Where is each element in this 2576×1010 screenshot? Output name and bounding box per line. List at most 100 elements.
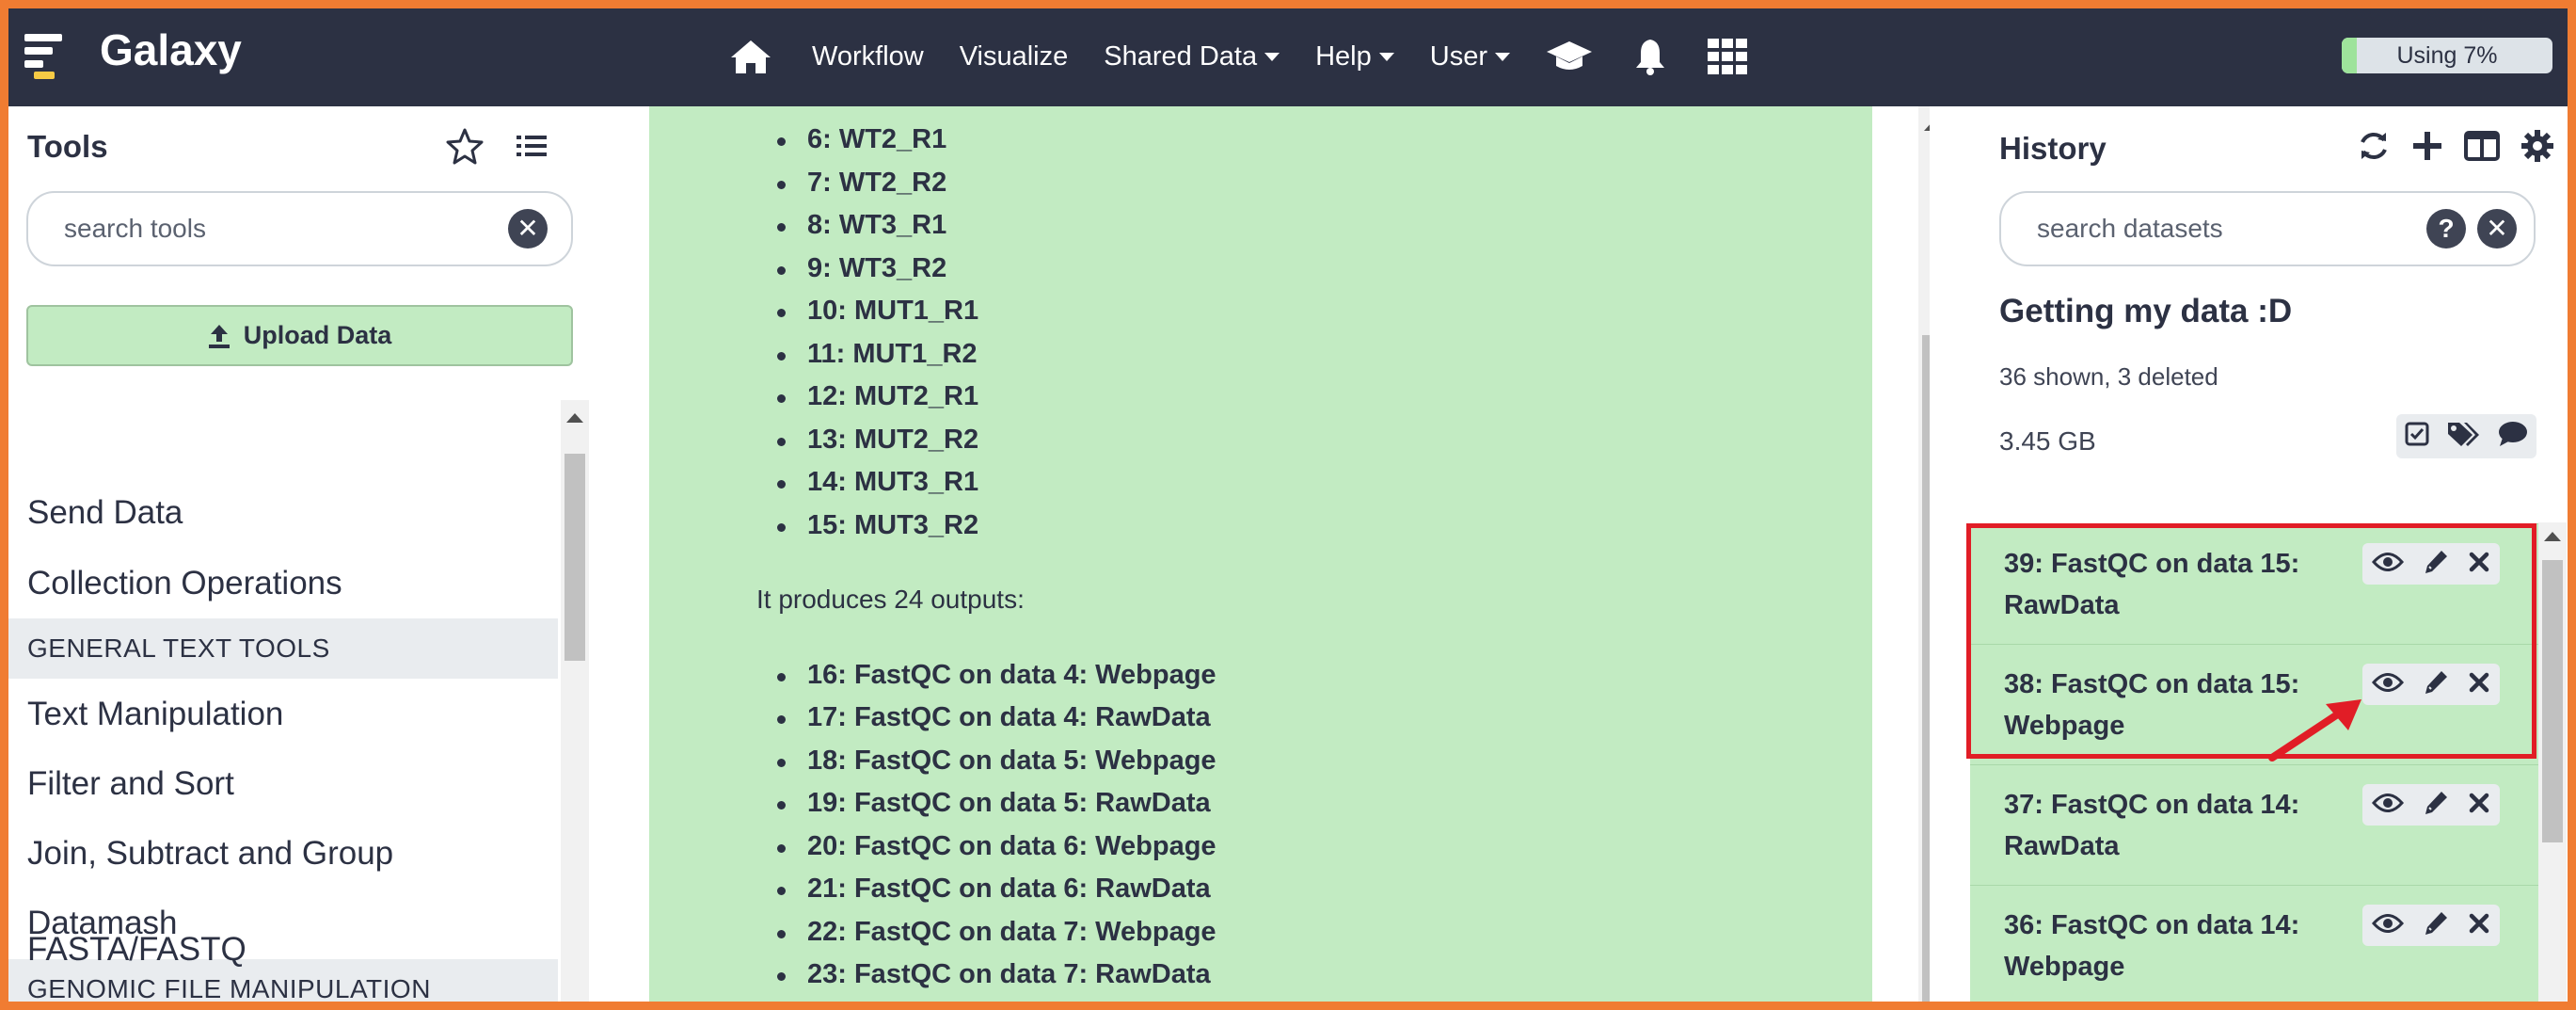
pencil-icon[interactable] bbox=[2422, 789, 2450, 822]
input-list-item: 10: MUT1_R1 bbox=[776, 296, 979, 326]
tool-panel-title: Tools bbox=[27, 129, 108, 164]
nav-shared-data[interactable]: Shared Data bbox=[1104, 41, 1280, 72]
history-title: History bbox=[1999, 131, 2107, 166]
upload-data-button[interactable]: Upload Data bbox=[26, 305, 573, 366]
bell-icon[interactable] bbox=[1632, 37, 1668, 76]
history-search-placeholder: search datasets bbox=[2037, 214, 2223, 243]
columns-icon[interactable] bbox=[2464, 131, 2500, 161]
clear-search-icon[interactable]: ✕ bbox=[508, 209, 548, 248]
nav-shared-data-label: Shared Data bbox=[1104, 40, 1258, 72]
plus-icon[interactable] bbox=[2411, 130, 2443, 162]
nav-help[interactable]: Help bbox=[1315, 41, 1394, 72]
history-toolbar bbox=[2357, 129, 2568, 163]
dataset-item[interactable]: 37: FastQC on data 14: RawData bbox=[1970, 764, 2546, 885]
pointer-arrow-icon bbox=[2268, 699, 2361, 762]
gear-icon[interactable] bbox=[2520, 129, 2554, 163]
output-list-item: 22: FastQC on data 7: Webpage bbox=[777, 917, 1216, 947]
history-search-input[interactable]: search datasets ? ✕ bbox=[1999, 191, 2536, 266]
tool-text-manipulation[interactable]: Text Manipulation bbox=[27, 696, 283, 733]
output-list-item: 23: FastQC on data 7: RawData bbox=[777, 959, 1211, 989]
tool-panel: Tools search tools ✕ Upload Data Send Da… bbox=[8, 106, 596, 1002]
scroll-up-icon[interactable] bbox=[2544, 532, 2561, 541]
caret-down-icon bbox=[1494, 52, 1510, 61]
output-list-item: 20: FastQC on data 6: Webpage bbox=[777, 831, 1216, 861]
upload-icon bbox=[208, 324, 230, 348]
nav-help-label: Help bbox=[1315, 40, 1372, 72]
input-list-item: 15: MUT3_R2 bbox=[776, 510, 979, 540]
history-scroll-thumb[interactable] bbox=[2542, 560, 2563, 842]
quota-meter-label: Using 7% bbox=[2396, 42, 2498, 69]
tool-send-data[interactable]: Send Data bbox=[27, 494, 183, 532]
history-scrollbar[interactable] bbox=[2538, 522, 2567, 1002]
output-list-item: 19: FastQC on data 5: RawData bbox=[777, 788, 1211, 818]
dataset-buttons bbox=[2362, 905, 2500, 946]
delete-icon[interactable] bbox=[2468, 912, 2490, 939]
center-scrollbar[interactable] bbox=[1918, 106, 1930, 1002]
output-list-item: 21: FastQC on data 6: RawData bbox=[777, 874, 1211, 904]
eye-icon[interactable] bbox=[2371, 793, 2404, 818]
center-scroll-thumb[interactable] bbox=[1922, 335, 1930, 1002]
nav-workflow[interactable]: Workflow bbox=[812, 41, 924, 72]
input-list-item: 14: MUT3_R1 bbox=[776, 467, 979, 497]
star-icon[interactable] bbox=[446, 127, 484, 169]
dataset-title[interactable]: 37: FastQC on data 14: RawData bbox=[2004, 784, 2361, 867]
nav-user-label: User bbox=[1429, 40, 1487, 72]
input-list-item: 6: WT2_R1 bbox=[776, 124, 947, 154]
tool-search-placeholder: search tools bbox=[64, 214, 206, 243]
help-icon[interactable]: ? bbox=[2426, 209, 2466, 248]
history-size: 3.45 GB bbox=[1999, 426, 2096, 456]
dataset-item[interactable]: 36: FastQC on data 14: Webpage bbox=[1970, 885, 2546, 1002]
refresh-icon[interactable] bbox=[2357, 129, 2391, 163]
clear-search-icon[interactable]: ✕ bbox=[2477, 209, 2517, 248]
tool-join-subtract-group[interactable]: Join, Subtract and Group bbox=[27, 835, 393, 873]
delete-icon[interactable] bbox=[2468, 792, 2490, 819]
output-list-item: 16: FastQC on data 4: Webpage bbox=[777, 660, 1216, 690]
tool-list-scrollbar[interactable] bbox=[561, 400, 589, 1002]
section-general-text-tools[interactable]: GENERAL TEXT TOOLS bbox=[8, 618, 558, 679]
input-list-item: 9: WT3_R2 bbox=[776, 253, 947, 283]
upload-data-label: Upload Data bbox=[243, 321, 392, 349]
scroll-up-icon[interactable] bbox=[1924, 121, 1930, 131]
nav-user[interactable]: User bbox=[1430, 41, 1510, 72]
dataset-title[interactable]: 36: FastQC on data 14: Webpage bbox=[2004, 905, 2361, 987]
nav-visualize[interactable]: Visualize bbox=[960, 41, 1069, 72]
nav-workflow-label: Workflow bbox=[812, 40, 924, 72]
scroll-up-icon[interactable] bbox=[566, 413, 583, 423]
output-list-item: 18: FastQC on data 5: Webpage bbox=[777, 745, 1216, 776]
caret-down-icon bbox=[1378, 52, 1394, 61]
tool-list: Send Data Collection Operations GENERAL … bbox=[8, 389, 558, 1002]
galaxy-logo-icon[interactable] bbox=[24, 32, 72, 79]
checkbox-icon[interactable] bbox=[2405, 422, 2429, 451]
masthead: Galaxy Workflow Visualize Shared Data He… bbox=[0, 0, 2576, 106]
history-actions bbox=[2396, 414, 2536, 458]
grid-icon[interactable] bbox=[1707, 39, 1747, 74]
eye-icon[interactable] bbox=[2371, 913, 2404, 938]
comment-icon[interactable] bbox=[2498, 421, 2528, 452]
tool-filter-and-sort[interactable]: Filter and Sort bbox=[27, 765, 234, 803]
quota-meter[interactable]: Using 7% bbox=[2342, 38, 2552, 73]
input-list-item: 12: MUT2_R1 bbox=[776, 381, 979, 411]
dataset-buttons bbox=[2362, 784, 2500, 826]
brand-name[interactable]: Galaxy bbox=[100, 24, 242, 75]
output-list-item: 17: FastQC on data 4: RawData bbox=[777, 702, 1211, 732]
input-list-item: 7: WT2_R2 bbox=[776, 168, 947, 198]
history-counts: 36 shown, 3 deleted bbox=[1999, 362, 2218, 391]
tool-list-scroll-thumb[interactable] bbox=[564, 454, 585, 661]
highlight-box bbox=[1966, 523, 2536, 759]
home-icon[interactable] bbox=[729, 38, 772, 75]
input-list-item: 8: WT3_R1 bbox=[776, 210, 947, 240]
graduation-cap-icon[interactable] bbox=[1546, 40, 1593, 73]
main-nav: Workflow Visualize Shared Data Help User bbox=[729, 28, 1787, 85]
tool-collection-operations[interactable]: Collection Operations bbox=[27, 565, 342, 602]
input-list-item: 11: MUT1_R2 bbox=[777, 339, 978, 369]
input-list-item: 13: MUT2_R2 bbox=[776, 425, 979, 455]
pencil-icon[interactable] bbox=[2422, 909, 2450, 942]
caret-down-icon bbox=[1264, 52, 1280, 61]
tool-search-input[interactable]: search tools ✕ bbox=[26, 191, 573, 266]
center-panel: 6: WT2_R1 7: WT2_R2 8: WT3_R1 9: WT3_R2 … bbox=[596, 106, 1930, 1002]
tags-icon[interactable] bbox=[2446, 421, 2480, 452]
tool-fasta-fastq[interactable]: FASTA/FASTQ bbox=[27, 931, 246, 969]
history-name[interactable]: Getting my data :D bbox=[1999, 293, 2292, 330]
list-icon[interactable] bbox=[517, 133, 547, 164]
workflow-info-content: 6: WT2_R1 7: WT2_R2 8: WT3_R1 9: WT3_R2 … bbox=[649, 106, 1872, 1002]
